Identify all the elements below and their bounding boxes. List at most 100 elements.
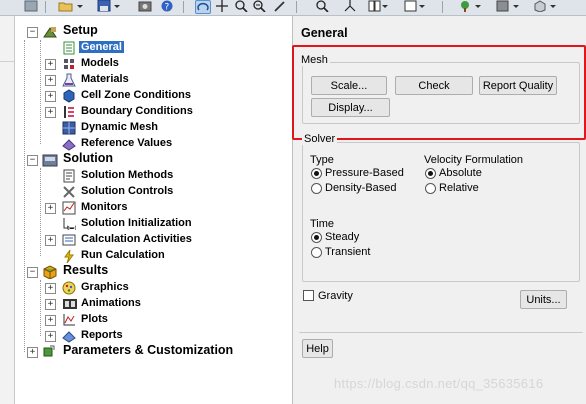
tree-item-label: Graphics bbox=[81, 281, 129, 293]
tree-item-label: Cell Zone Conditions bbox=[81, 89, 191, 101]
display-icon[interactable] bbox=[24, 0, 38, 12]
monitors-icon bbox=[62, 201, 76, 215]
layout-icon[interactable] bbox=[368, 0, 382, 12]
dropdown-arrow-icon[interactable] bbox=[512, 0, 526, 12]
gravity-checkbox[interactable] bbox=[303, 290, 314, 301]
tree-node-label: Parameters & Customization bbox=[63, 343, 234, 357]
run-calculation-icon bbox=[62, 249, 76, 264]
time-label: Time bbox=[310, 218, 335, 230]
pressure-based-label[interactable]: Pressure-Based bbox=[325, 167, 404, 179]
dropdown-arrow-icon[interactable] bbox=[381, 0, 395, 12]
svg-text:?: ? bbox=[165, 3, 170, 13]
reference-values-icon bbox=[62, 137, 76, 151]
navigation-tree: − Setup General + Models + Materials + C… bbox=[15, 16, 293, 404]
expand-icon[interactable]: + bbox=[27, 347, 38, 358]
tree-icon[interactable] bbox=[458, 0, 472, 12]
type-label: Type bbox=[310, 154, 334, 166]
tree-item-label: Boundary Conditions bbox=[81, 105, 193, 117]
panel-title: General bbox=[301, 26, 348, 40]
expand-icon[interactable]: + bbox=[45, 75, 56, 86]
toolbar-separator bbox=[45, 1, 46, 13]
units-button[interactable]: Units... bbox=[520, 290, 567, 309]
zoom-in-icon[interactable] bbox=[234, 0, 248, 12]
axes-icon[interactable] bbox=[343, 0, 357, 12]
general-icon bbox=[62, 41, 76, 55]
tree-item-label: Animations bbox=[81, 297, 141, 309]
density-based-radio[interactable] bbox=[311, 183, 322, 194]
reports-icon bbox=[62, 329, 76, 343]
parameters-icon bbox=[42, 345, 56, 359]
tree-node-label: Results bbox=[63, 263, 109, 277]
pressure-based-radio[interactable] bbox=[311, 168, 322, 179]
tree-node-label: Setup bbox=[63, 23, 98, 37]
steady-label[interactable]: Steady bbox=[325, 231, 359, 243]
tree-node-label: Solution bbox=[63, 151, 113, 165]
expand-icon[interactable]: + bbox=[45, 235, 56, 246]
expand-icon[interactable]: + bbox=[45, 59, 56, 70]
save-icon[interactable] bbox=[97, 0, 111, 12]
camera-icon[interactable] bbox=[138, 0, 152, 12]
density-based-label[interactable]: Density-Based bbox=[325, 182, 397, 194]
fit-zoom-icon[interactable] bbox=[315, 0, 329, 12]
transient-radio[interactable] bbox=[311, 247, 322, 258]
collapse-icon[interactable]: − bbox=[27, 155, 38, 166]
tree-item-label: Calculation Activities bbox=[81, 233, 192, 245]
expand-icon[interactable]: + bbox=[45, 299, 56, 310]
dropdown-arrow-icon[interactable] bbox=[549, 0, 563, 12]
expand-icon[interactable]: + bbox=[45, 331, 56, 342]
graphics-icon bbox=[62, 281, 76, 295]
pan-icon[interactable] bbox=[215, 0, 229, 12]
tree-item-label: Solution Initialization bbox=[81, 217, 192, 229]
window-icon[interactable] bbox=[404, 0, 418, 12]
solver-group-title: Solver bbox=[302, 133, 338, 145]
calc-activities-icon bbox=[62, 233, 76, 247]
dropdown-arrow-icon[interactable] bbox=[418, 0, 432, 12]
expand-icon[interactable]: + bbox=[45, 203, 56, 214]
zoom-box-icon[interactable] bbox=[252, 0, 266, 12]
cube-icon[interactable] bbox=[533, 0, 547, 12]
color-box-icon[interactable] bbox=[496, 0, 510, 12]
expand-icon[interactable]: + bbox=[45, 283, 56, 294]
absolute-label[interactable]: Absolute bbox=[439, 167, 482, 179]
toolbar: ? bbox=[0, 0, 586, 16]
tree-item-label: Models bbox=[81, 57, 119, 69]
left-strip bbox=[0, 16, 15, 404]
svg-text:t=0: t=0 bbox=[67, 225, 76, 231]
materials-icon bbox=[62, 73, 76, 87]
results-icon bbox=[42, 265, 57, 280]
watermark: https://blog.csdn.net/qq_35635616 bbox=[334, 376, 544, 391]
probe-icon[interactable] bbox=[273, 0, 287, 12]
dropdown-arrow-icon[interactable] bbox=[113, 0, 127, 12]
expand-icon[interactable]: + bbox=[45, 91, 56, 102]
dropdown-arrow-icon[interactable] bbox=[76, 0, 90, 12]
open-folder-icon[interactable] bbox=[58, 0, 73, 12]
collapse-icon[interactable]: − bbox=[27, 267, 38, 278]
boundary-icon bbox=[62, 105, 76, 119]
task-panel: General Mesh Scale... Check Report Quali… bbox=[292, 16, 586, 404]
help-icon[interactable]: ? bbox=[160, 0, 174, 12]
help-button[interactable]: Help bbox=[302, 339, 333, 358]
dropdown-arrow-icon[interactable] bbox=[474, 0, 488, 12]
relative-radio[interactable] bbox=[425, 183, 436, 194]
transient-label[interactable]: Transient bbox=[325, 246, 370, 258]
tree-item-label: Monitors bbox=[81, 201, 128, 213]
velocity-formulation-label: Velocity Formulation bbox=[424, 154, 524, 166]
tree-item-label: Reports bbox=[81, 329, 123, 341]
expand-icon[interactable]: + bbox=[45, 315, 56, 326]
cell-zone-icon bbox=[62, 89, 76, 103]
tree-item-label: Plots bbox=[81, 313, 108, 325]
solution-methods-icon bbox=[62, 169, 76, 183]
tree-item-label: Run Calculation bbox=[81, 249, 165, 261]
gravity-label[interactable]: Gravity bbox=[318, 290, 353, 302]
dynamic-mesh-icon bbox=[62, 121, 76, 135]
solution-controls-icon bbox=[62, 185, 76, 199]
expand-icon[interactable]: + bbox=[45, 107, 56, 118]
relative-label[interactable]: Relative bbox=[439, 182, 479, 194]
animations-icon bbox=[62, 297, 77, 311]
toolbar-separator bbox=[442, 1, 443, 13]
steady-radio[interactable] bbox=[311, 232, 322, 243]
rotate-icon[interactable] bbox=[195, 0, 211, 14]
absolute-radio[interactable] bbox=[425, 168, 436, 179]
collapse-icon[interactable]: − bbox=[27, 27, 38, 38]
plots-icon bbox=[62, 313, 76, 327]
